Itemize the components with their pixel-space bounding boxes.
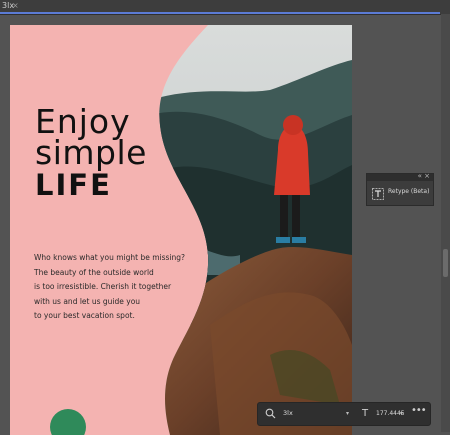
vertical-scrollbar[interactable] bbox=[441, 14, 450, 432]
chevron-down-icon[interactable]: ▾ bbox=[346, 407, 354, 420]
retype-label[interactable]: Retype (Beta) bbox=[388, 188, 429, 195]
font-family-field[interactable]: 3lx bbox=[280, 407, 353, 420]
paragraph-line: Who knows what you might be missing? bbox=[34, 253, 185, 262]
body-paragraph: Who knows what you might be missing? The… bbox=[34, 251, 194, 324]
document-tab-bar: 3lx × bbox=[0, 0, 450, 15]
paragraph-line: is too irresistible. Cherish it together bbox=[34, 282, 172, 291]
headline: Enjoy simple LIFE bbox=[35, 105, 147, 200]
document-tab[interactable]: 3lx × bbox=[0, 0, 440, 14]
chevron-down-icon[interactable]: ▾ bbox=[400, 407, 403, 420]
tab-close-icon[interactable]: × bbox=[12, 1, 19, 10]
search-icon[interactable] bbox=[265, 408, 276, 419]
headline-line-2: simple bbox=[35, 133, 147, 172]
paragraph-line: The beauty of the outside world bbox=[34, 267, 154, 277]
more-options-icon[interactable]: ••• bbox=[411, 405, 427, 416]
panel-header[interactable]: « × bbox=[367, 172, 433, 181]
headline-line-3: LIFE bbox=[35, 168, 112, 202]
paragraph-line: to your best vacation spot. bbox=[34, 311, 135, 320]
artboard-graphics bbox=[10, 25, 352, 435]
retype-panel[interactable]: « × Retype (Beta) bbox=[366, 172, 434, 206]
paragraph-line: with us and let us guide you bbox=[34, 296, 141, 306]
contextual-task-bar: 3lx ▾ T 177.4445 ▾ ••• bbox=[257, 402, 431, 426]
artboard[interactable]: Enjoy simple LIFE Who knows what you mig… bbox=[10, 25, 352, 435]
retype-icon[interactable] bbox=[372, 188, 384, 200]
font-size-field[interactable]: 177.4445 bbox=[376, 407, 405, 420]
scrollbar-thumb[interactable] bbox=[443, 249, 448, 277]
panel-controls[interactable]: « × bbox=[418, 172, 430, 180]
font-size-icon: T bbox=[362, 408, 369, 419]
